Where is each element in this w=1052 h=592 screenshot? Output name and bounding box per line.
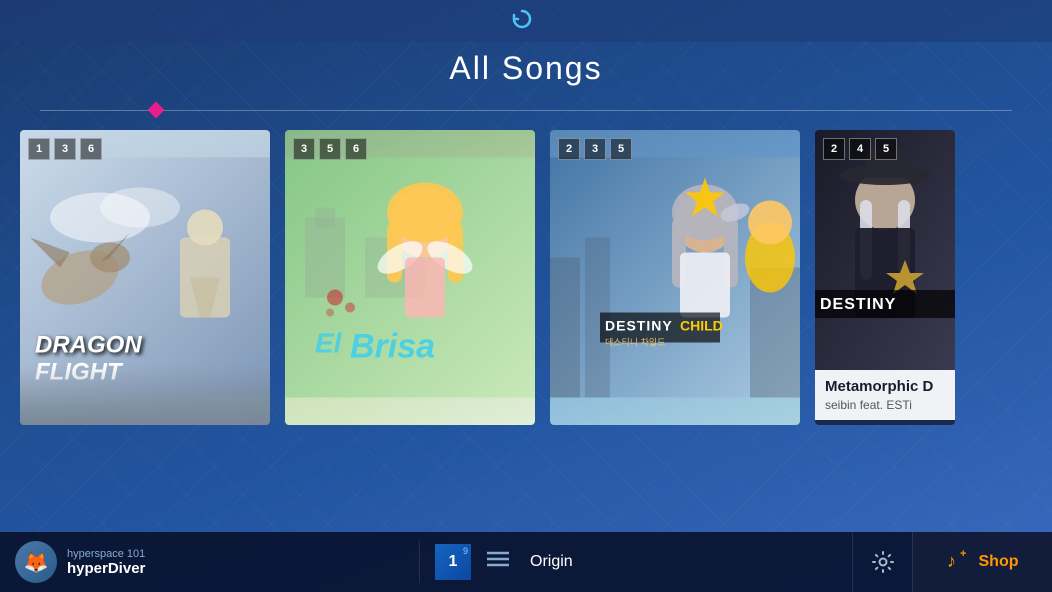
origin-label: Origin (525, 553, 578, 571)
song-card-info-meta: Metamorphic D seibin feat. ESTi (815, 370, 955, 420)
user-level: hyperspace 101 (67, 548, 145, 560)
rank-badge: 1 9 (435, 544, 471, 580)
svg-text:FLIGHT: FLIGHT (35, 359, 124, 386)
svg-text:데스티니 차일드: 데스티니 차일드 (605, 337, 665, 348)
difficulty-badge-3: 3 (54, 138, 76, 160)
category-bar (0, 0, 1052, 42)
difficulty-badge-5m: 5 (875, 138, 897, 160)
svg-text:DESTINY: DESTINY (820, 296, 896, 313)
difficulty-badge-6b: 6 (345, 138, 367, 160)
nav-rank-section: 1 9 Origin (420, 544, 593, 580)
difficulty-badges-stepout: 2 3 5 (558, 138, 632, 160)
difficulty-badge-5s: 5 (610, 138, 632, 160)
difficulty-badges-girls: 3 5 6 (293, 138, 367, 160)
nav-bar: 🦊 hyperspace 101 hyperDiver 1 9 Origin (0, 532, 1052, 592)
difficulty-badge-3b: 3 (293, 138, 315, 160)
difficulty-badge-1: 1 (28, 138, 50, 160)
settings-button[interactable] (852, 532, 912, 592)
slider-area[interactable] (0, 100, 1052, 120)
difficulty-badges-dragon: 1 3 6 (28, 138, 102, 160)
song-card-image-stepout: DESTINY CHILD 데스티니 차일드 2 3 5 (550, 130, 800, 425)
gear-icon (871, 550, 895, 574)
song-card-image-girls: El Brisa 3 5 6 (285, 130, 535, 425)
svg-text:DESTINY: DESTINY (605, 318, 673, 334)
svg-text:♪: ♪ (947, 551, 956, 571)
difficulty-badge-3s: 3 (584, 138, 606, 160)
song-card-dragon-flight[interactable]: DRAGON FLIGHT 1 3 6 Dragon Flight beggar… (20, 130, 270, 425)
nav-user-section: 🦊 hyperspace 101 hyperDiver (0, 541, 420, 583)
svg-text:+: + (960, 548, 966, 560)
difficulty-badge-6: 6 (80, 138, 102, 160)
user-name: hyperDiver (67, 560, 145, 577)
page-title: All Songs (0, 50, 1052, 87)
svg-text:DRAGON: DRAGON (35, 332, 142, 359)
song-title-meta: Metamorphic D (825, 378, 945, 395)
user-avatar: 🦊 (15, 541, 57, 583)
songs-grid: DRAGON FLIGHT 1 3 6 Dragon Flight beggar… (20, 130, 1052, 425)
song-card-girls-rangers[interactable]: El Brisa 3 5 6 Girl's Rangers beggarprin… (285, 130, 535, 425)
shop-button[interactable]: ♪ + Shop (912, 532, 1052, 592)
difficulty-badge-2s: 2 (558, 138, 580, 160)
avatar-emoji: 🦊 (24, 550, 49, 575)
difficulty-badge-2m: 2 (823, 138, 845, 160)
slider-line[interactable] (40, 110, 1012, 111)
song-artist-meta: seibin feat. ESTi (825, 398, 945, 412)
list-icon[interactable] (477, 550, 519, 574)
rank-superscript: 9 (463, 546, 468, 556)
difficulty-badge-4m: 4 (849, 138, 871, 160)
song-card-image-dragon: DRAGON FLIGHT 1 3 6 (20, 130, 270, 425)
svg-text:CHILD: CHILD (680, 318, 723, 334)
difficulty-badges-meta: 2 4 5 (823, 138, 897, 160)
song-card-step-out[interactable]: DESTINY CHILD 데스티니 차일드 2 3 5 STEP OUT ES… (550, 130, 800, 425)
song-card-image-meta: DESTINY 2 4 5 (815, 130, 955, 370)
difficulty-badge-5b: 5 (319, 138, 341, 160)
shop-note-icon: ♪ + (947, 547, 971, 577)
svg-text:Brisa: Brisa (350, 328, 435, 366)
slider-thumb[interactable] (148, 102, 165, 119)
song-card-metamorphic[interactable]: DESTINY 2 4 5 Metamorphic D seibin feat.… (815, 130, 955, 425)
shop-label: Shop (979, 553, 1019, 571)
user-info: hyperspace 101 hyperDiver (67, 548, 145, 577)
svg-text:El: El (315, 328, 343, 359)
category-icon (512, 9, 532, 34)
rank-number: 1 (449, 553, 458, 571)
